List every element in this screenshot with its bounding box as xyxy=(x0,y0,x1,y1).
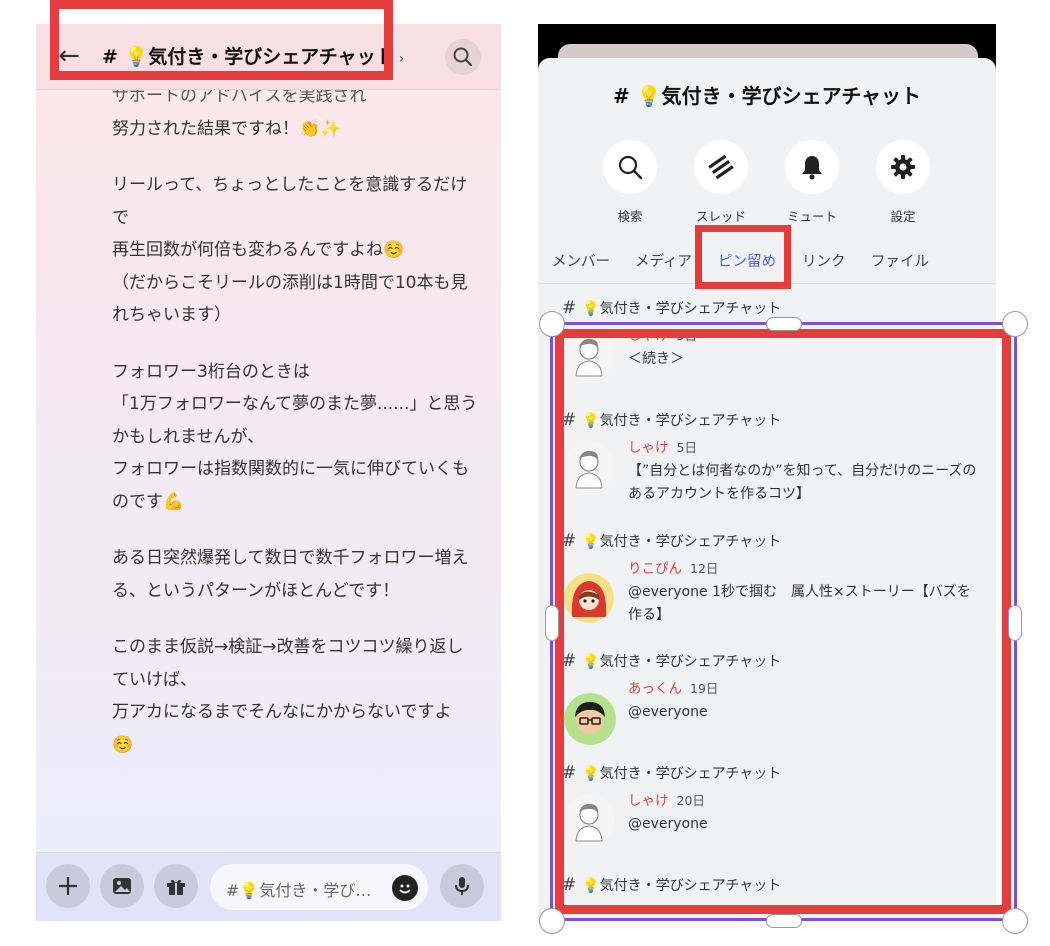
tab-highlight-box xyxy=(695,225,791,289)
message-line: リールって、ちょっとしたことを意識するだけ で 再生回数が何倍も変わるんですよね… xyxy=(112,175,468,325)
threads-icon xyxy=(708,154,734,180)
tab-members[interactable]: メンバー xyxy=(552,250,610,271)
resize-handle-top[interactable] xyxy=(766,317,802,331)
message-list[interactable]: サポートのアドバイスを実践され 努力された結果ですね！👏✨ リールって、ちょっと… xyxy=(36,90,501,852)
pinned-channel: # 💡気付き・学びシェアチャット xyxy=(562,298,782,318)
action-mute[interactable]: ミュート xyxy=(784,140,840,225)
resize-handle-top-right[interactable] xyxy=(1002,311,1028,337)
action-label: スレッド xyxy=(695,209,746,224)
action-threads[interactable]: スレッド xyxy=(693,140,749,225)
emoji-icon xyxy=(399,884,411,894)
resize-handle-left[interactable] xyxy=(545,605,559,641)
resize-handle-top-left[interactable] xyxy=(539,311,565,337)
list-highlight-box xyxy=(555,329,1011,914)
action-search[interactable]: 検索 xyxy=(602,140,658,225)
gift-button[interactable] xyxy=(154,864,198,908)
chevron-right-icon: › xyxy=(398,51,405,67)
image-button[interactable] xyxy=(100,864,144,908)
message-input[interactable]: #💡気付き・学び… xyxy=(210,864,428,910)
plus-icon xyxy=(59,877,77,895)
sheet-title: # 💡気付き・学びシェアチャット xyxy=(612,84,922,108)
action-label: ミュート xyxy=(786,209,837,224)
resize-handle-bottom[interactable] xyxy=(766,914,802,928)
gift-icon xyxy=(167,879,185,895)
action-label: 検索 xyxy=(617,209,643,224)
add-button[interactable] xyxy=(46,864,90,908)
message-line: このまま仮説→検証→改善をコツコツ繰り返し ていけば、 万アカになるまでそんなに… xyxy=(112,637,464,755)
action-label: 設定 xyxy=(890,209,916,224)
resize-handle-right[interactable] xyxy=(1008,605,1022,641)
resize-handle-bottom-right[interactable] xyxy=(1002,908,1028,934)
search-icon xyxy=(453,47,473,67)
tab-media[interactable]: メディア xyxy=(635,250,692,271)
action-settings[interactable]: 設定 xyxy=(875,140,931,225)
gear-icon xyxy=(891,155,915,179)
message-partial: サポートのアドバイスを実践され xyxy=(112,90,367,106)
bell-icon xyxy=(802,156,822,180)
emoji-button[interactable] xyxy=(392,875,418,901)
search-button[interactable] xyxy=(445,39,481,75)
message-line: フォロワー3桁台のときは 「1万フォロワーなんて夢のまた夢......」と思う … xyxy=(112,361,478,512)
resize-handle-bottom-left[interactable] xyxy=(539,908,565,934)
message-line: ある日突然爆発して数日で数千フォロワー増え る、というパターンがほとんどです！ xyxy=(112,548,469,601)
mic-button[interactable] xyxy=(440,864,484,908)
tab-files[interactable]: ファイル xyxy=(871,250,929,271)
search-icon xyxy=(618,155,643,180)
microphone-icon xyxy=(455,877,469,895)
chat-screen: サポートのアドバイスを実践され 努力された結果ですね！👏✨ リールって、ちょっと… xyxy=(36,24,501,921)
tab-links[interactable]: リンク xyxy=(802,250,846,271)
message-line: 努力された結果ですね！👏✨ xyxy=(112,118,342,139)
message-input-placeholder: #💡気付き・学び… xyxy=(226,881,372,900)
title-highlight-box xyxy=(50,0,393,80)
image-icon xyxy=(113,878,131,894)
composer-bar: #💡気付き・学び… xyxy=(36,852,501,921)
